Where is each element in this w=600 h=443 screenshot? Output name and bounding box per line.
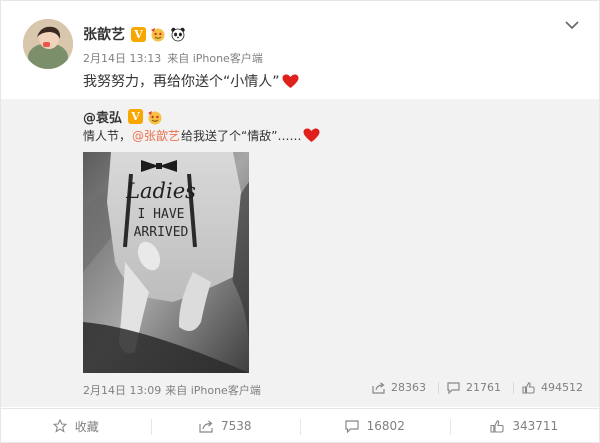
repost-text: 情人节， @张歆艺 给我送了个“情敌”…… <box>83 127 320 144</box>
like-button[interactable]: 343711 <box>449 409 600 443</box>
author-name[interactable]: 张歆艺 <box>83 24 125 44</box>
comment-button[interactable]: 16802 <box>300 409 450 443</box>
divider <box>513 381 514 394</box>
share-button[interactable]: 7538 <box>150 409 301 443</box>
photo-text-line-2: I HAVE <box>138 207 185 222</box>
repost-comment-count: 21761 <box>466 381 501 394</box>
like-icon <box>522 381 535 394</box>
action-bar: 收藏 7538 16802 343711 <box>1 408 599 443</box>
like-count: 343711 <box>512 419 559 433</box>
verified-v-icon: V <box>128 109 144 124</box>
chevron-down-icon[interactable] <box>565 19 579 31</box>
repost-block: @袁弘 V 情人节， @张歆艺 给我送了个“情敌”…… Ladies I HAV… <box>1 99 599 407</box>
panda-icon <box>170 26 186 42</box>
post-time[interactable]: 2月14日 13:13 <box>83 52 161 65</box>
repost-author[interactable]: @袁弘 <box>83 107 122 126</box>
comment-count: 16802 <box>366 419 405 433</box>
heart-icon <box>303 128 320 142</box>
repost-like-count: 494512 <box>541 381 583 394</box>
post-source: 来自 iPhone客户端 <box>167 52 263 65</box>
repost-text-before: 情人节， <box>83 129 132 143</box>
comment-icon <box>447 381 460 394</box>
post-text-content: 我努努力，再给你送个“小情人” <box>83 74 280 90</box>
like-icon <box>490 419 504 433</box>
photo-text-line-1: Ladies <box>125 179 196 203</box>
repost-actions: 28363 21761 494512 <box>364 381 583 394</box>
emoji-badge-icon <box>150 26 166 42</box>
post-text: 我努努力，再给你送个“小情人” <box>83 71 299 91</box>
repost-meta: 2月14日 13:09 来自 iPhone客户端 <box>83 382 265 398</box>
photo-text-line-3: ARRIVED <box>134 225 189 240</box>
share-count: 7538 <box>220 419 252 433</box>
share-icon <box>372 381 385 394</box>
avatar[interactable] <box>23 19 73 69</box>
heart-icon <box>282 74 299 88</box>
post-meta: 2月14日 13:13 来自 iPhone客户端 <box>83 50 269 66</box>
verified-v-icon: V <box>131 26 146 42</box>
favorite-button[interactable]: 收藏 <box>1 409 151 443</box>
repost-like-button[interactable]: 494512 <box>522 381 583 394</box>
emoji-badge-icon <box>147 109 163 125</box>
author-row: 张歆艺 V <box>83 25 186 43</box>
repost-share-button[interactable]: 28363 <box>372 381 426 394</box>
repost-text-after: 给我送了个“情敌”…… <box>181 129 302 143</box>
comment-icon <box>345 419 359 433</box>
divider <box>438 381 439 394</box>
repost-time[interactable]: 2月14日 13:09 <box>83 384 161 397</box>
weibo-post-card: 张歆艺 V 2月14日 13:13 来自 iPhone客户端 我努努力，再给你送… <box>0 0 600 443</box>
repost-share-count: 28363 <box>391 381 426 394</box>
mention-link[interactable]: @张歆艺 <box>132 127 180 144</box>
repost-source: 来自 iPhone客户端 <box>165 384 261 397</box>
post-photo[interactable]: Ladies I HAVE ARRIVED <box>83 152 249 373</box>
favorite-label: 收藏 <box>74 419 99 434</box>
star-icon <box>52 419 67 433</box>
repost-author-row: @袁弘 V <box>83 107 163 126</box>
share-icon <box>199 420 213 433</box>
repost-comment-button[interactable]: 21761 <box>447 381 501 394</box>
